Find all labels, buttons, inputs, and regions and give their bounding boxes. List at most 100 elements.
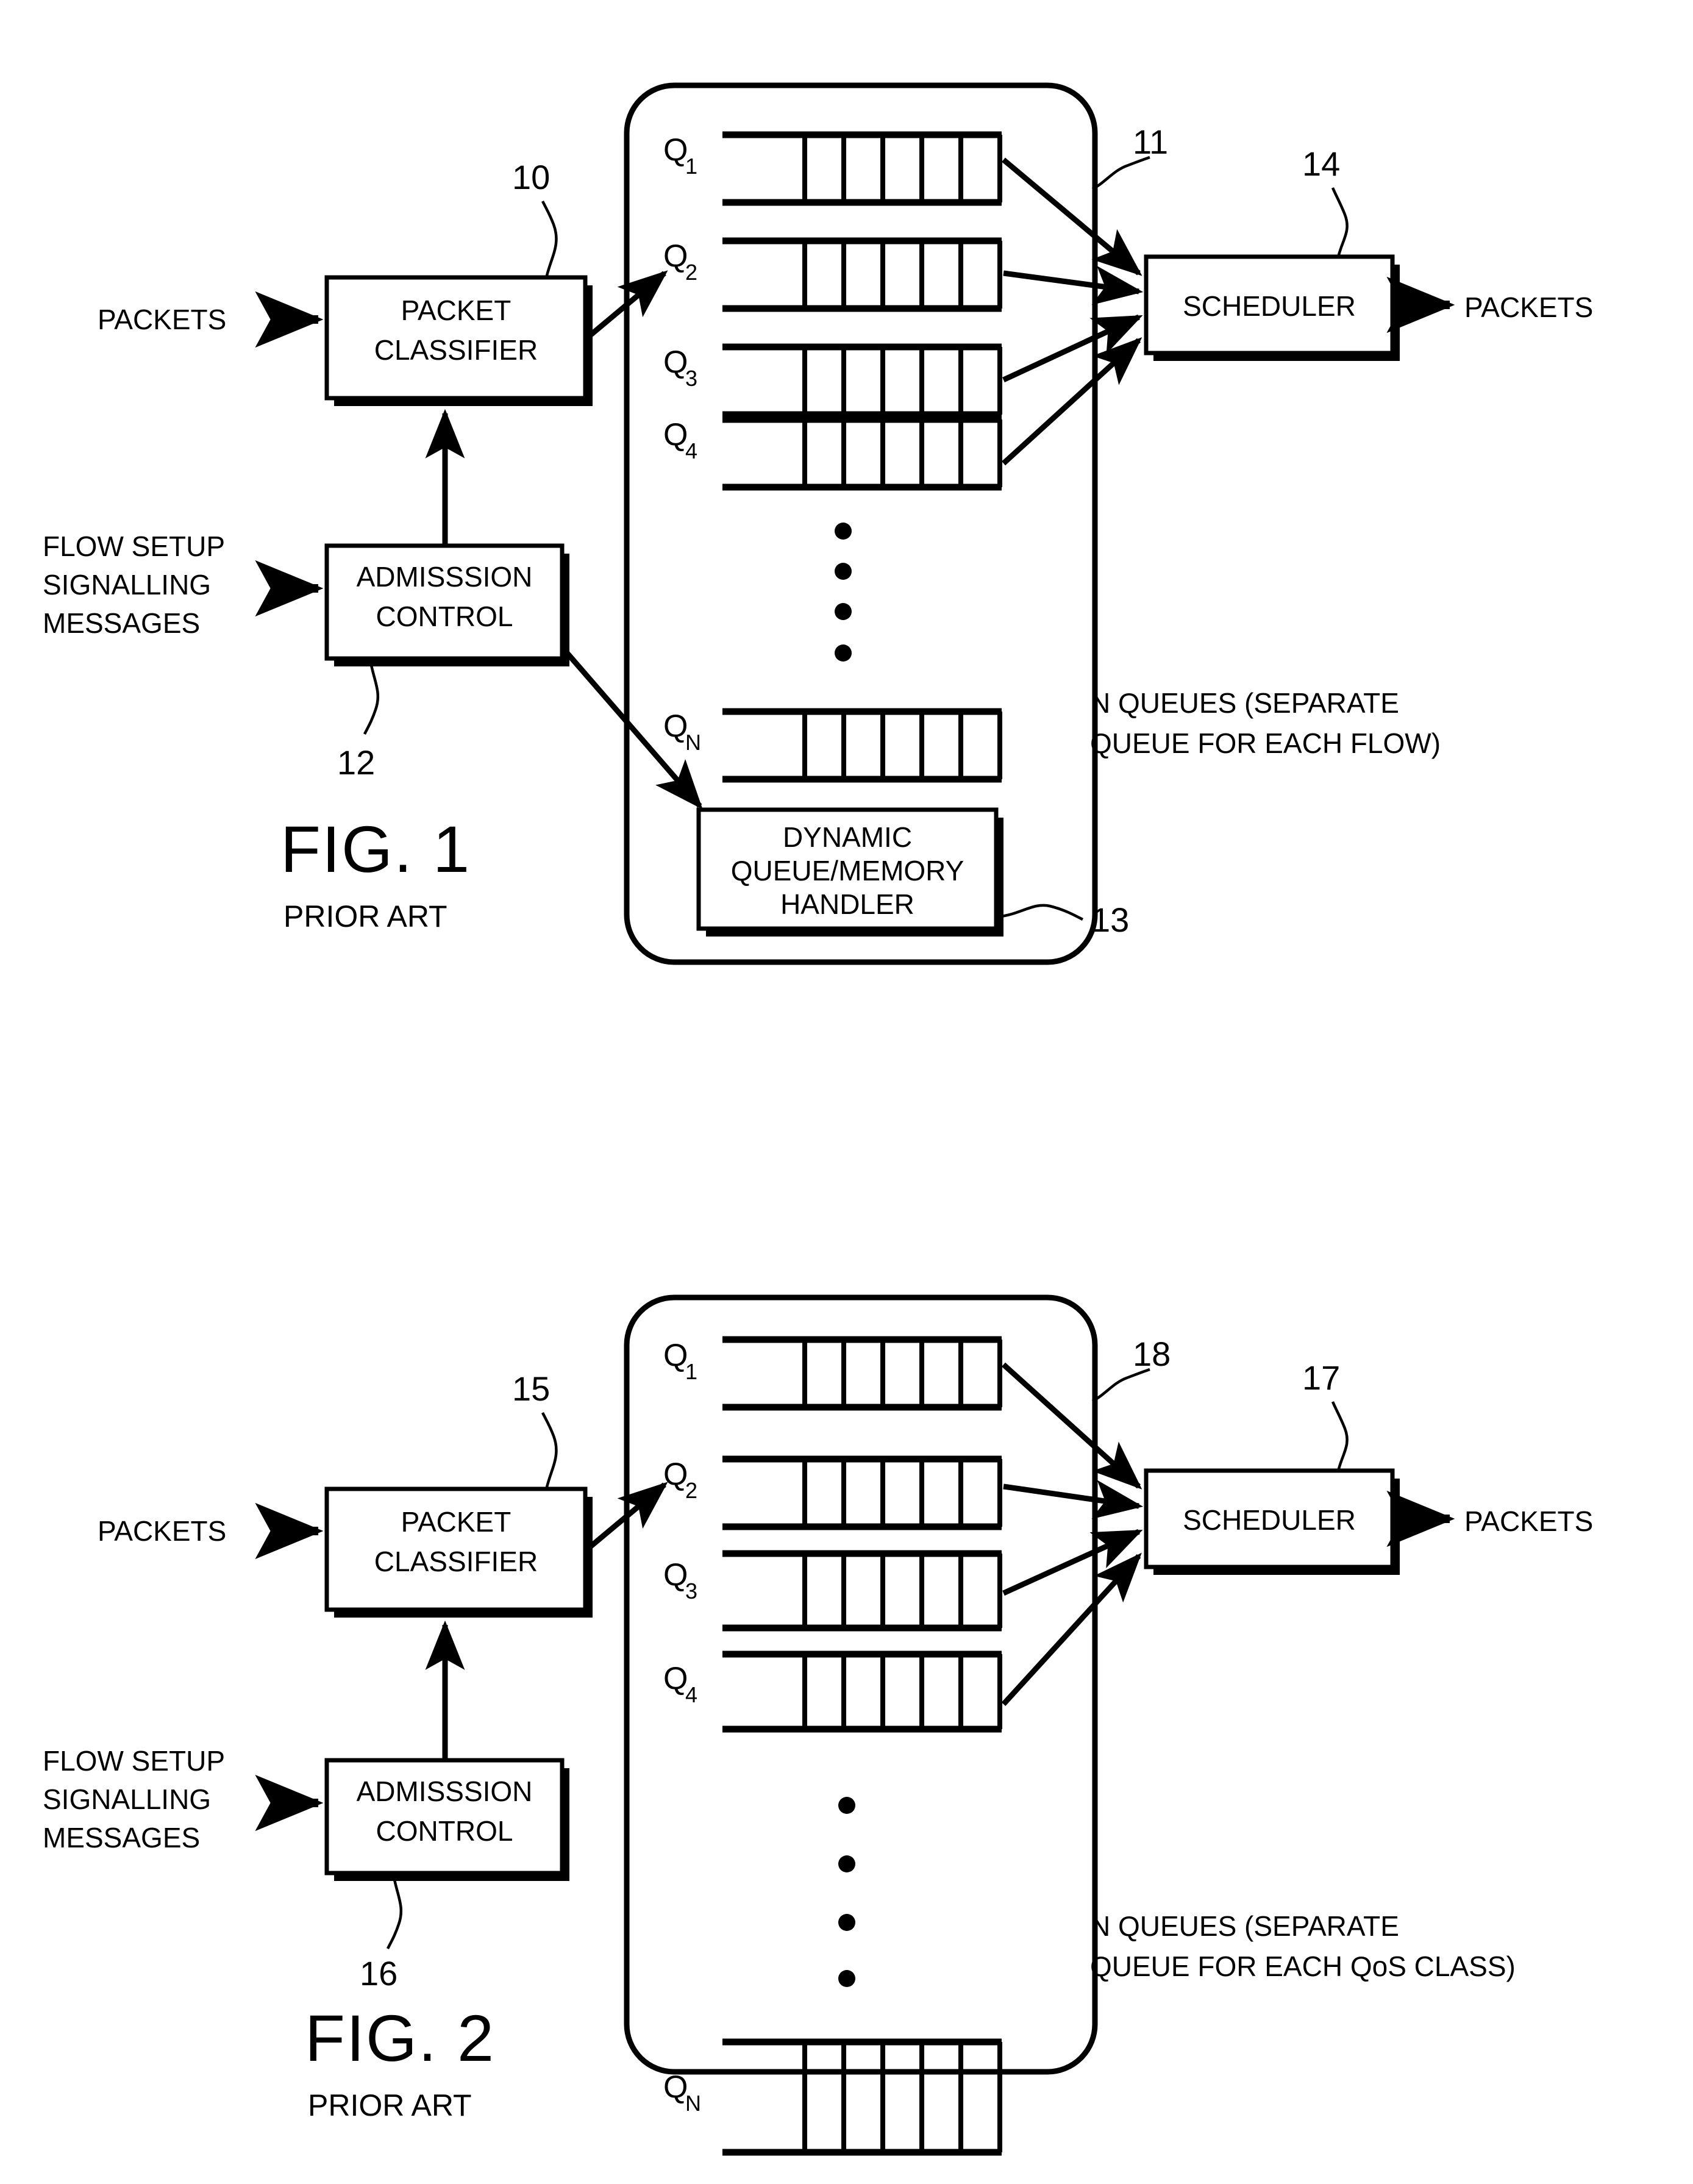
fig2-queue-2: [722, 1455, 1002, 1530]
fig2-queue-n: [722, 2038, 1002, 2156]
fig2-qn-label: Q: [663, 2069, 688, 2105]
fig1-q4-subscript: 4: [685, 438, 697, 463]
fig2-q2-subscript: 2: [685, 1478, 697, 1503]
fig2-scheduler-block: SCHEDULER 17: [1144, 1358, 1400, 1575]
fig1-ref-13-leader: [1000, 904, 1084, 921]
fig1-q2-subscript: 2: [685, 260, 697, 285]
fig2-admission-control-line2: CONTROL: [376, 1815, 513, 1847]
fig2-input-packets-flow: PACKETS: [98, 1502, 324, 1560]
fig1-signalling-line3: MESSAGES: [43, 607, 200, 639]
fig1-annotation-line2: QUEUE FOR EACH FLOW): [1090, 727, 1441, 759]
figure-1: Q 1 Q 2 Q 3 Q 4 Q N PACKET CLASSIFIER 10…: [43, 82, 1593, 965]
fig1-container-ref-group: 11: [1091, 123, 1168, 191]
fig2-caption: FIG. 2: [305, 2001, 495, 2075]
fig1-ref-13: 13: [1091, 901, 1129, 939]
fig2-queue-3: [722, 1550, 1002, 1632]
fig1-ref-14-leader: [1331, 187, 1349, 255]
fig1-queue-1: [722, 131, 1002, 206]
fig1-subcaption: PRIOR ART: [283, 899, 447, 933]
fig1-qn-label: Q: [663, 708, 688, 744]
fig1-packet-classifier-block: PACKET CLASSIFIER 10: [324, 158, 593, 406]
fig2-ref-15: 15: [512, 1369, 550, 1408]
fig2-signalling-line1: FLOW SETUP: [43, 1745, 225, 1777]
fig2-ref-16-leader: [386, 1876, 403, 1950]
fig1-queue-annotation: N QUEUES (SEPARATE QUEUE FOR EACH FLOW): [1090, 687, 1441, 759]
fig1-queue-to-scheduler-arrows: [1001, 157, 1144, 466]
fig1-admission-control-block: ADMISSSION CONTROL 12: [324, 543, 569, 782]
figure-2: Q 1 Q 2 Q 3 Q 4 Q N PACKET CLASSIFIER 15…: [43, 1294, 1593, 2156]
fig2-ref-15-leader: [541, 1411, 558, 1488]
fig1-ref-10-leader: [541, 200, 558, 276]
fig1-q1-label: Q: [663, 132, 688, 168]
fig1-ref-12: 12: [337, 743, 375, 782]
fig1-ref-10: 10: [512, 158, 550, 196]
fig1-queue-4: [722, 416, 1002, 491]
fig2-qn-subscript: N: [685, 2091, 701, 2116]
fig1-ref-12-leader: [363, 662, 380, 735]
fig1-output-packets-flow: PACKETS: [1386, 276, 1593, 334]
fig2-queue-4: [722, 1650, 1002, 1733]
fig2-packet-classifier-line1: PACKET: [401, 1506, 511, 1538]
fig2-packet-classifier-block: PACKET CLASSIFIER 15: [324, 1369, 593, 1618]
fig2-queue-annotation: N QUEUES (SEPARATE QUEUE FOR EACH QoS CL…: [1090, 1910, 1516, 1982]
fig1-q3-label: Q: [663, 344, 688, 380]
fig1-output-packets-label: PACKETS: [1464, 291, 1593, 323]
fig1-dynamic-queue-memory-handler-block: DYNAMIC QUEUE/MEMORY HANDLER 13: [696, 807, 1129, 939]
fig1-signalling-line2: SIGNALLING: [43, 569, 211, 601]
fig1-queue-2: [722, 237, 1002, 312]
fig2-input-signalling-flow: FLOW SETUP SIGNALLING MESSAGES: [43, 1745, 324, 1854]
fig2-q1-label: Q: [663, 1338, 688, 1373]
fig2-annotation-line1: N QUEUES (SEPARATE: [1090, 1910, 1399, 1942]
fig2-q4-label: Q: [663, 1661, 688, 1696]
fig1-handler-line1: DYNAMIC: [783, 821, 912, 853]
fig2-caption-group: FIG. 2 PRIOR ART: [305, 2001, 495, 2122]
fig2-scheduler-label: SCHEDULER: [1183, 1504, 1356, 1536]
fig2-queue-labels: Q 1 Q 2 Q 3 Q 4 Q N: [663, 1338, 701, 2116]
fig1-q1-subscript: 1: [685, 154, 697, 179]
fig1-annotation-line1: N QUEUES (SEPARATE: [1090, 687, 1399, 719]
fig1-handler-line2: QUEUE/MEMORY: [731, 855, 964, 887]
fig1-caption-group: FIG. 1 PRIOR ART: [280, 812, 471, 933]
fig2-queue-to-scheduler-arrows: [1001, 1362, 1144, 1707]
fig2-vertical-ellipsis: [838, 1797, 855, 1987]
fig1-signalling-line1: FLOW SETUP: [43, 530, 225, 562]
fig2-q1-subscript: 1: [685, 1359, 697, 1384]
fig1-vertical-ellipsis: [835, 523, 852, 662]
fig1-queue-n: [722, 708, 1002, 783]
fig1-scheduler-block: SCHEDULER 14: [1144, 145, 1400, 361]
fig1-ref-11: 11: [1133, 123, 1168, 161]
fig1-ref-11-leader: [1091, 155, 1150, 191]
fig1-q2-label: Q: [663, 238, 688, 274]
fig2-subcaption: PRIOR ART: [308, 2088, 472, 2122]
fig2-ref-17-leader: [1331, 1401, 1349, 1469]
fig1-admission-control-line1: ADMISSSION: [357, 561, 533, 593]
fig1-caption: FIG. 1: [280, 812, 471, 886]
fig2-signalling-line2: SIGNALLING: [43, 1783, 211, 1815]
fig2-q3-label: Q: [663, 1557, 688, 1593]
fig2-packet-classifier-line2: CLASSIFIER: [374, 1546, 538, 1577]
fig2-signalling-line3: MESSAGES: [43, 1822, 200, 1854]
patent-drawing-sheet: Q 1 Q 2 Q 3 Q 4 Q N PACKET CLASSIFIER 10…: [0, 0, 1693, 2184]
fig2-ref-18-leader: [1091, 1368, 1150, 1403]
fig2-ref-16: 16: [360, 1954, 397, 1993]
fig1-input-packets-label: PACKETS: [98, 304, 226, 335]
fig1-ref-14: 14: [1302, 145, 1340, 183]
drawing-canvas: Q 1 Q 2 Q 3 Q 4 Q N PACKET CLASSIFIER 10…: [43, 82, 1593, 2156]
fig2-queue-1: [722, 1336, 1002, 1411]
fig1-input-signalling-flow: FLOW SETUP SIGNALLING MESSAGES: [43, 530, 324, 639]
fig1-queue-3: [722, 343, 1002, 418]
fig1-admission-control-line2: CONTROL: [376, 601, 513, 632]
fig2-annotation-line2: QUEUE FOR EACH QoS CLASS): [1090, 1950, 1516, 1982]
fig2-output-packets-label: PACKETS: [1464, 1505, 1593, 1537]
fig2-input-packets-label: PACKETS: [98, 1515, 226, 1547]
fig1-scheduler-label: SCHEDULER: [1183, 290, 1356, 322]
fig2-q2-label: Q: [663, 1457, 688, 1492]
fig2-admission-control-line1: ADMISSSION: [357, 1775, 533, 1807]
fig2-q3-subscript: 3: [685, 1579, 697, 1604]
fig1-handler-line3: HANDLER: [780, 888, 914, 920]
fig1-packet-classifier-line1: PACKET: [401, 294, 511, 326]
fig1-q4-label: Q: [663, 417, 688, 452]
fig1-queue-labels: Q 1 Q 2 Q 3 Q 4 Q N: [663, 132, 701, 755]
fig2-output-packets-flow: PACKETS: [1386, 1490, 1593, 1547]
fig2-q4-subscript: 4: [685, 1682, 697, 1707]
